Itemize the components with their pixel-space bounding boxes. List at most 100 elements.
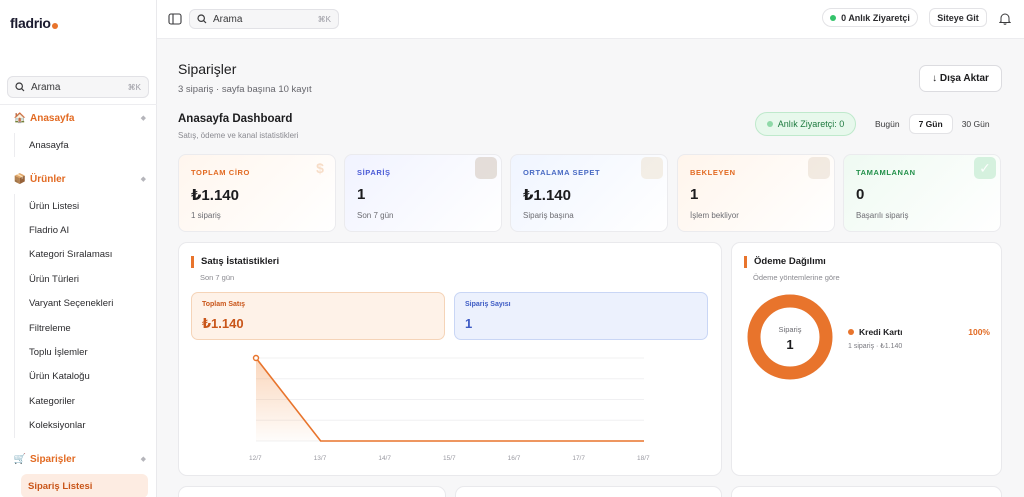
- bell-icon[interactable]: [999, 12, 1011, 25]
- range-today[interactable]: Bugün: [866, 114, 909, 134]
- cart-icon: 🛒: [13, 453, 27, 465]
- x-tick-label: 12/7: [249, 455, 262, 462]
- bottom-card: [455, 486, 722, 497]
- sidebar-item-urun-katalogu[interactable]: Ürün Kataloğu: [15, 365, 113, 389]
- kpi-total-revenue: TOPLAM CİRO ₺1.140 1 sipariş $: [178, 154, 336, 232]
- total-sales-value: ₺1.140: [202, 316, 244, 331]
- sidebar-item-kategoriler[interactable]: Kategoriler: [15, 389, 113, 413]
- kpi-hint: Başarılı sipariş: [856, 211, 909, 220]
- order-count-label: Sipariş Sayısı: [465, 301, 511, 308]
- sidebar-item-toplu-islemler[interactable]: Toplu İşlemler: [15, 340, 113, 364]
- page-subtitle: 3 sipariş · sayfa başına 10 kayıt: [178, 84, 312, 95]
- x-tick-label: 14/7: [378, 455, 391, 462]
- kpi-label: ORTALAMA SEPET: [523, 168, 601, 177]
- topbar-search-label: Arama: [213, 13, 243, 25]
- x-tick-label: 16/7: [507, 455, 521, 462]
- kpi-orders: SİPARİŞ 1 Son 7 gün: [344, 154, 502, 232]
- kpi-hint: İşlem bekliyor: [690, 211, 739, 220]
- payment-subtitle: Ödeme yöntemlerine göre: [753, 273, 840, 282]
- sidebar-search-label: Arama: [31, 81, 61, 93]
- total-sales-label: Toplam Satış: [202, 301, 246, 308]
- sidebar-item-siparis-listesi[interactable]: Sipariş Listesi: [21, 474, 148, 497]
- dashboard-title: Anasayfa Dashboard: [178, 113, 293, 125]
- kpi-completed: TAMAMLANAN 0 Başarılı sipariş ✓: [843, 154, 1001, 232]
- sidebar-sublist-anasayfa: Anasayfa: [14, 133, 69, 158]
- sidebar-item-kategori-siralamasi[interactable]: Kategori Sıralaması: [15, 243, 113, 267]
- search-icon: [197, 14, 207, 24]
- kpi-value: ₺1.140: [191, 187, 239, 204]
- sidebar-item-koleksiyonlar[interactable]: Koleksiyonlar: [15, 414, 113, 438]
- sidebar-item-urun-turleri[interactable]: Ürün Türleri: [15, 267, 113, 291]
- live-visitors-label: 0 Anlık Ziyaretçi: [841, 12, 910, 23]
- kpi-label: BEKLEYEN: [690, 168, 736, 177]
- section-label: Anasayfa: [30, 112, 75, 124]
- page-title: Siparişler: [178, 61, 237, 77]
- kpi-label: TAMAMLANAN: [856, 168, 916, 177]
- package-icon: [475, 157, 497, 179]
- sales-subtitle: Son 7 gün: [200, 273, 235, 282]
- donut-center-value: 1: [786, 337, 794, 352]
- logo[interactable]: fladrio: [10, 10, 58, 36]
- kpi-value: 1: [357, 186, 366, 203]
- check-icon: ✓: [974, 157, 996, 179]
- kpi-value: ₺1.140: [523, 187, 571, 204]
- date-range-selector: Bugün 7 Gün 30 Gün: [866, 114, 999, 134]
- visit-site-button[interactable]: Siteye Git: [929, 8, 987, 27]
- x-tick-label: 13/7: [313, 455, 327, 462]
- kpi-average-basket: ORTALAMA SEPET ₺1.140 Sipariş başına: [510, 154, 668, 232]
- sidebar-search-shortcut: ⌘K: [127, 82, 141, 92]
- legend-item-kredi-karti[interactable]: Kredi Kartı 100%: [848, 327, 990, 337]
- sidebar-section-anasayfa[interactable]: 🏠 Anasayfa ◆: [14, 110, 146, 126]
- sidebar-item-varyant-secenekleri[interactable]: Varyant Seçenekleri: [15, 292, 113, 316]
- bottom-card: [178, 486, 446, 497]
- order-count-box: Sipariş Sayısı 1: [454, 292, 708, 340]
- sidebar: fladrio Arama ⌘K 🏠 Anasayfa ◆ Anasayfa 📦…: [0, 0, 157, 497]
- home-icon: 🏠: [13, 112, 27, 124]
- chevron-icon: ◆: [140, 456, 146, 463]
- legend-name: Kredi Kartı: [859, 327, 903, 337]
- kpi-value: 0: [856, 186, 865, 203]
- live-pill-label: Anlık Ziyaretçi: 0: [777, 119, 845, 129]
- range-30-days[interactable]: 30 Gün: [953, 114, 999, 134]
- search-icon: [15, 82, 25, 92]
- x-tick-label: 15/7: [443, 455, 456, 462]
- bottom-card: [731, 486, 1002, 497]
- x-tick-label: 17/7: [572, 455, 585, 462]
- sidebar-item-filtreleme[interactable]: Filtreleme: [15, 316, 113, 340]
- sales-title: Satış İstatistikleri: [191, 256, 279, 268]
- box-icon: 📦: [13, 173, 27, 185]
- donut-center-label: Sipariş: [778, 325, 802, 334]
- legend-swatch: [848, 329, 854, 335]
- payment-title: Ödeme Dağılımı: [744, 256, 826, 268]
- range-7-days[interactable]: 7 Gün: [908, 114, 953, 134]
- live-visitors-badge[interactable]: 0 Anlık Ziyaretçi: [822, 8, 918, 27]
- status-dot: [830, 14, 837, 21]
- kpi-label: SİPARİŞ: [357, 168, 391, 177]
- sidebar-search[interactable]: Arama ⌘K: [7, 76, 149, 98]
- kpi-value: 1: [690, 186, 699, 203]
- dashboard-subtitle: Satış, ödeme ve kanal istatistikleri: [178, 131, 299, 140]
- sidebar-section-urunler[interactable]: 📦 Ürünler ◆: [14, 171, 146, 187]
- legend-detail: 1 sipariş · ₺1.140: [848, 343, 903, 350]
- sidebar-item-fladrio-ai[interactable]: Fladrio AI: [15, 218, 113, 242]
- basket-icon: [641, 157, 663, 179]
- data-point[interactable]: [252, 354, 260, 362]
- sidebar-item-urun-listesi[interactable]: Ürün Listesi: [15, 194, 113, 218]
- kpi-label: TOPLAM CİRO: [191, 168, 250, 177]
- kpi-pending: BEKLEYEN 1 İşlem bekliyor: [677, 154, 835, 232]
- sidebar-sublist-siparisler: Sipariş Listesi: [14, 474, 148, 497]
- export-button[interactable]: ↓ Dışa Aktar: [919, 65, 1002, 92]
- sales-area-chart: [252, 354, 644, 442]
- total-sales-box: Toplam Satış ₺1.140: [191, 292, 445, 340]
- divider: [0, 104, 157, 105]
- kpi-hint: Sipariş başına: [523, 211, 574, 220]
- sidebar-sublist-urunler: Ürün Listesi Fladrio AI Kategori Sıralam…: [14, 194, 113, 438]
- order-count-value: 1: [465, 316, 473, 331]
- kpi-hint: Son 7 gün: [357, 211, 394, 220]
- topbar-search[interactable]: Arama ⌘K: [189, 9, 339, 29]
- sidebar-item-anasayfa[interactable]: Anasayfa: [15, 133, 69, 157]
- sidebar-toggle-icon[interactable]: [168, 12, 182, 26]
- status-dot: [766, 121, 773, 127]
- sidebar-section-siparisler[interactable]: 🛒 Siparişler ◆: [14, 451, 146, 467]
- legend-percent: 100%: [968, 327, 990, 337]
